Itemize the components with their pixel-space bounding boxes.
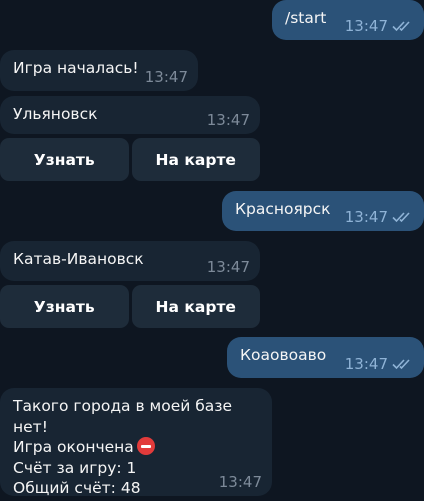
message-time: 13:47 <box>206 111 250 129</box>
on-map-button[interactable]: На карте <box>131 138 260 181</box>
message-line: Такого города в моей базе нет! <box>13 397 233 436</box>
learn-button[interactable]: Узнать <box>0 138 129 181</box>
inline-keyboard: Узнать На карте <box>0 285 260 328</box>
message-outgoing-start[interactable]: /start 13:47 <box>272 0 424 40</box>
message-incoming-city[interactable]: Катав-Ивановск 13:47 <box>0 241 260 281</box>
message-incoming-game-started[interactable]: Игра началась! 13:47 <box>0 50 198 91</box>
message-incoming-game-over[interactable]: Такого города в моей базе нет! Игра окон… <box>0 388 272 497</box>
message-time: 13:47 <box>206 258 250 276</box>
message-time: 13:47 <box>344 17 388 35</box>
on-map-button[interactable]: На карте <box>131 285 260 328</box>
message-time: 13:47 <box>344 355 388 373</box>
learn-button[interactable]: Узнать <box>0 285 129 328</box>
message-time: 13:47 <box>218 473 262 491</box>
message-outgoing-city[interactable]: Красноярск 13:47 <box>222 191 424 231</box>
message-incoming-city[interactable]: Ульяновск 13:47 <box>0 96 260 134</box>
message-time: 13:47 <box>344 208 388 226</box>
double-check-icon <box>392 358 414 370</box>
double-check-icon <box>392 20 414 32</box>
no-entry-icon <box>136 437 155 455</box>
message-line: Игра окончена <box>13 438 134 456</box>
inline-keyboard: Узнать На карте <box>0 138 260 181</box>
message-outgoing-city[interactable]: Коаовоаво 13:47 <box>227 337 424 378</box>
message-time: 13:47 <box>144 68 188 86</box>
double-check-icon <box>392 211 414 223</box>
